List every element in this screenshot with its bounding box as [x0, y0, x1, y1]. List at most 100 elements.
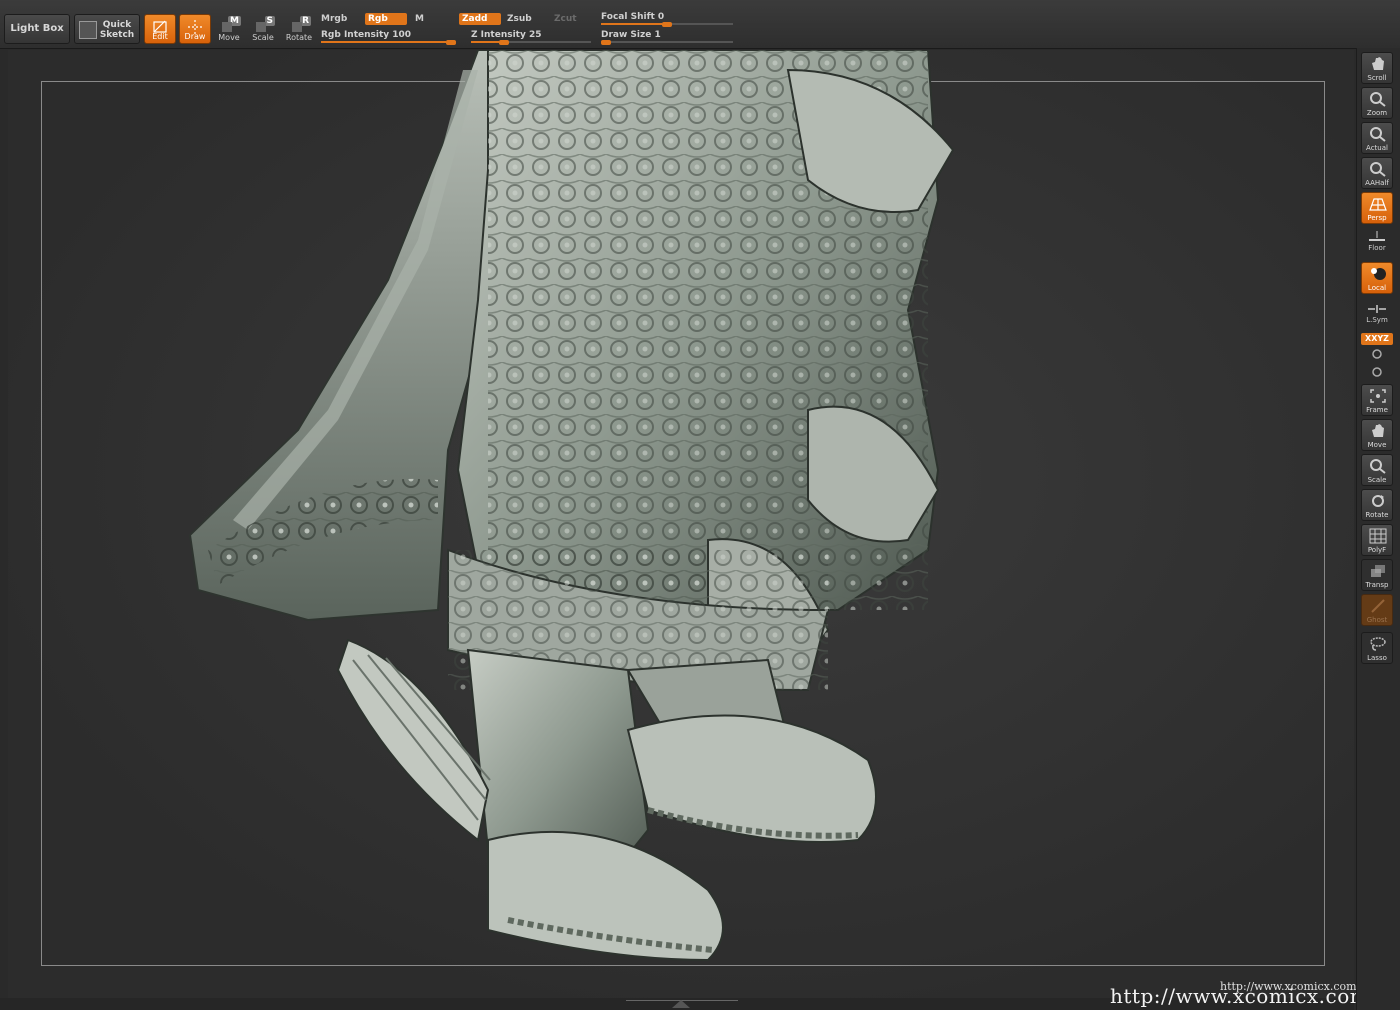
- z-intensity-label: Z Intensity 25: [471, 30, 542, 40]
- lightbox-label: Light Box: [10, 23, 64, 34]
- scroll-label: Scroll: [1367, 74, 1387, 82]
- edit-label: Edit: [152, 32, 168, 41]
- draw-label: Draw: [184, 32, 206, 41]
- magnifier-icon: [1370, 459, 1386, 474]
- top-toolbar: Light Box Quick Sketch Edit Draw M Move S…: [0, 0, 1400, 49]
- scale-view-button[interactable]: Scale: [1361, 454, 1393, 486]
- zcut-toggle[interactable]: Zcut: [551, 13, 591, 25]
- edit-button[interactable]: Edit: [144, 14, 176, 44]
- rotate-view-button[interactable]: Rotate: [1361, 489, 1393, 521]
- zoom-label: Zoom: [1366, 109, 1388, 117]
- z-intensity-slider[interactable]: Z Intensity 25: [471, 30, 591, 45]
- polyframe-grid-icon: [1369, 528, 1387, 544]
- magnifier-icon: [1370, 162, 1386, 177]
- rgb-intensity-label: Rgb Intensity 100: [321, 30, 412, 40]
- ghost-button[interactable]: Ghost: [1361, 594, 1393, 626]
- xyz-rotation-toggle[interactable]: XXYZ: [1361, 333, 1393, 345]
- zoom-button[interactable]: Zoom: [1361, 87, 1393, 119]
- rgb-toggle[interactable]: Rgb: [365, 13, 407, 25]
- focal-shift-fill: [601, 23, 662, 25]
- quicksketch-button[interactable]: Quick Sketch: [74, 14, 140, 44]
- persp-label: Persp: [1367, 214, 1387, 222]
- lasso-button[interactable]: Lasso: [1361, 632, 1393, 664]
- watermark-url-large: http://www.xcomicx.com: [1110, 984, 1370, 1008]
- transp-button[interactable]: Transp: [1361, 559, 1393, 591]
- lasso-icon: [1370, 637, 1386, 651]
- aahalf-button[interactable]: AAHalf: [1361, 157, 1393, 189]
- z-rotation-toggle[interactable]: [1361, 366, 1393, 380]
- polyf-button[interactable]: PolyF: [1361, 524, 1393, 556]
- rotate-axis-icon: [1372, 367, 1382, 377]
- focal-shift-slider[interactable]: Focal Shift 0: [601, 12, 733, 27]
- right-shelf: Scroll Zoom Actual AAHalf Persp Floor Lo…: [1356, 48, 1400, 1010]
- quicksketch-label: Quick Sketch: [99, 20, 135, 40]
- aahalf-label: AAHalf: [1365, 179, 1389, 187]
- transp-label: Transp: [1365, 581, 1389, 589]
- frame-button[interactable]: Frame: [1361, 384, 1393, 416]
- local-button[interactable]: Local: [1361, 262, 1393, 294]
- rotate-icon: [1372, 495, 1384, 507]
- scale-label: Scale: [252, 33, 274, 42]
- magnifier-icon: [1370, 127, 1386, 142]
- scale-view-label: Scale: [1367, 476, 1387, 484]
- zsub-toggle[interactable]: Zsub: [507, 14, 532, 24]
- transparency-icon: [1371, 565, 1385, 577]
- mirror-arrows-icon: [1368, 305, 1386, 313]
- ghost-label: Ghost: [1366, 616, 1388, 624]
- z-intensity-knob[interactable]: [499, 40, 509, 45]
- lightbox-button[interactable]: Light Box: [4, 14, 70, 44]
- magnifier-icon: [1370, 92, 1386, 107]
- draw-size-label: Draw Size 1: [601, 30, 661, 40]
- y-rotation-toggle[interactable]: [1361, 348, 1393, 362]
- rotate-axis-icon: [1372, 349, 1382, 359]
- scroll-button[interactable]: Scroll: [1361, 52, 1393, 84]
- polyf-label: PolyF: [1367, 546, 1387, 554]
- floor-icon: [1369, 231, 1385, 241]
- m-toggle[interactable]: M: [415, 14, 424, 24]
- move-label: Move: [218, 33, 240, 42]
- move-view-label: Move: [1367, 441, 1387, 449]
- hand-icon: [1372, 57, 1384, 70]
- lsym-button[interactable]: L.Sym: [1361, 304, 1393, 328]
- frame-label: Frame: [1366, 406, 1388, 414]
- local-label: Local: [1367, 284, 1387, 292]
- draw-size-track: [601, 41, 733, 43]
- frame-icon: [1370, 389, 1386, 403]
- rotate-view-label: Rotate: [1365, 511, 1389, 519]
- lasso-label: Lasso: [1367, 654, 1387, 662]
- mrgb-toggle[interactable]: Mrgb: [321, 14, 347, 24]
- floor-button[interactable]: Floor: [1361, 230, 1393, 256]
- scale-icon: [256, 22, 266, 32]
- z-intensity-fill: [471, 41, 499, 43]
- canvas-viewport[interactable]: [8, 50, 1354, 998]
- perspective-grid-icon: [1369, 198, 1387, 211]
- rgb-intensity-fill: [321, 41, 446, 43]
- bottom-shelf-handle[interactable]: [626, 1000, 738, 1009]
- zadd-toggle[interactable]: Zadd: [459, 13, 501, 25]
- scale-button[interactable]: S Scale: [247, 14, 279, 44]
- draw-size-knob[interactable]: [601, 40, 611, 45]
- local-symmetry-icon: [1371, 268, 1386, 280]
- focal-shift-label: Focal Shift 0: [601, 12, 665, 22]
- move-button[interactable]: M Move: [213, 14, 245, 44]
- rotate-button[interactable]: R Rotate: [283, 14, 315, 44]
- actual-button[interactable]: Actual: [1361, 122, 1393, 154]
- draw-button[interactable]: Draw: [179, 14, 211, 44]
- focal-shift-knob[interactable]: [662, 22, 672, 27]
- move-icon: [222, 22, 232, 32]
- floor-label: Floor: [1368, 244, 1386, 252]
- rotate-icon: [292, 22, 302, 32]
- rotate-label: Rotate: [285, 33, 313, 42]
- expand-up-icon: [672, 1000, 690, 1008]
- draw-size-slider[interactable]: Draw Size 1: [601, 30, 733, 45]
- move-view-button[interactable]: Move: [1361, 419, 1393, 451]
- sculpt-model: [188, 50, 955, 962]
- hand-icon: [1372, 424, 1384, 437]
- ghost-icon: [1371, 599, 1385, 613]
- lsym-label: L.Sym: [1366, 316, 1388, 324]
- sketch-icon: [79, 21, 97, 39]
- rgb-intensity-knob[interactable]: [446, 40, 456, 45]
- rgb-intensity-slider[interactable]: Rgb Intensity 100: [321, 30, 456, 45]
- persp-button[interactable]: Persp: [1361, 192, 1393, 224]
- actual-label: Actual: [1366, 144, 1388, 152]
